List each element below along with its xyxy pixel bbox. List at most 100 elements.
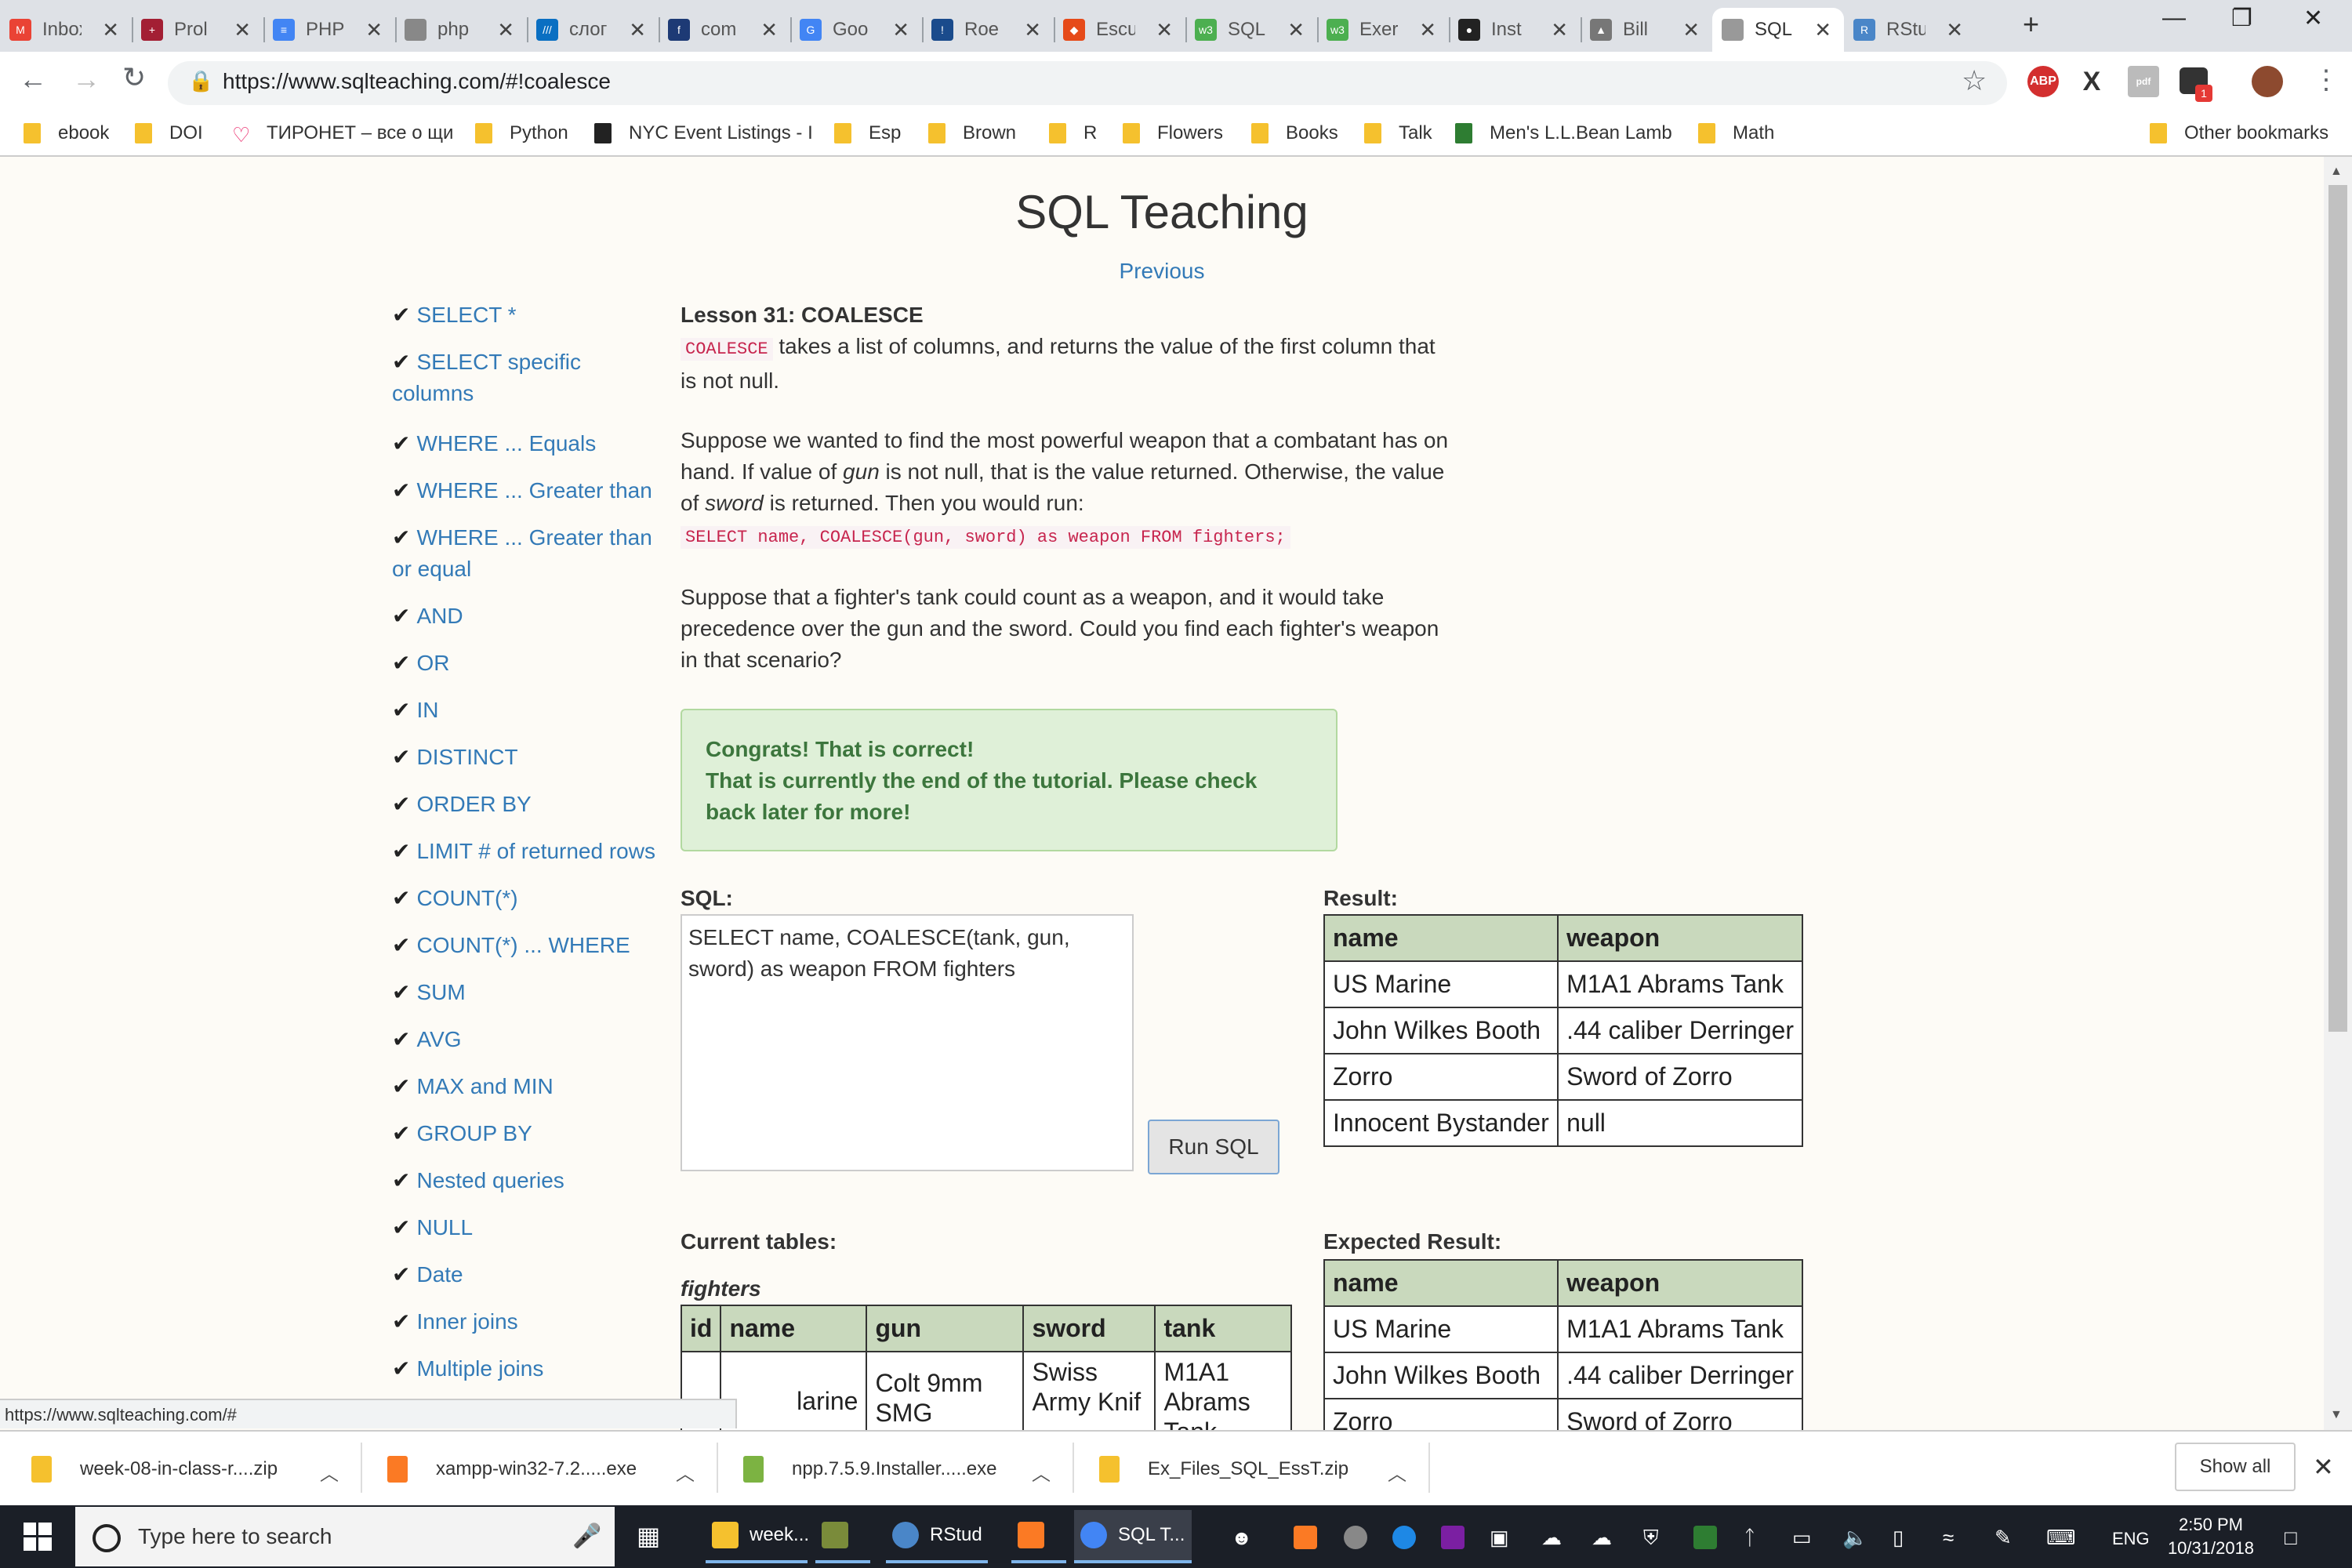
lesson-link[interactable]: ✔ DISTINCT: [392, 742, 666, 773]
taskbar-app[interactable]: [815, 1510, 870, 1563]
lesson-link[interactable]: ✔ Nested queries: [392, 1165, 666, 1196]
profile-avatar[interactable]: [2252, 66, 2283, 97]
scroll-down-icon[interactable]: ▼: [2330, 1408, 2343, 1422]
lesson-link[interactable]: ✔ GROUP BY: [392, 1118, 666, 1149]
lesson-link[interactable]: ✔ SELECT *: [392, 299, 666, 331]
tab-close-icon[interactable]: ✕: [892, 18, 909, 42]
tab-10[interactable]: w3 Exer ✕: [1317, 8, 1449, 52]
lesson-link[interactable]: ✔ Multiple joins: [392, 1353, 666, 1385]
sql-textarea[interactable]: SELECT name, COALESCE(tank, gun, sword) …: [681, 914, 1134, 1171]
tab-close-icon[interactable]: ✕: [1419, 18, 1436, 42]
bookmark-item[interactable]: ♡ ТИРОНЕТ – все о щи: [232, 118, 453, 149]
tab-close-icon[interactable]: ✕: [365, 18, 383, 42]
tab-close-icon[interactable]: ✕: [497, 18, 514, 42]
tab-close-icon[interactable]: ✕: [1156, 18, 1173, 42]
tab-8[interactable]: ◆ Escu ✕: [1054, 8, 1185, 52]
language-indicator[interactable]: ENG: [2112, 1529, 2150, 1549]
tab-9[interactable]: w3 SQL ✕: [1185, 8, 1317, 52]
download-item[interactable]: Ex_Files_SQL_EssT.zip: [1099, 1446, 1348, 1493]
windows-start-icon[interactable]: [24, 1523, 52, 1551]
lesson-link[interactable]: ✔ SELECT specific columns: [392, 347, 666, 409]
tab-close-icon[interactable]: ✕: [629, 18, 646, 42]
restore-button[interactable]: ❐: [2231, 5, 2252, 32]
url-text[interactable]: https://www.sqlteaching.com/#!coalesce: [223, 69, 611, 94]
wifi-icon[interactable]: ≈: [1943, 1526, 1954, 1550]
run-sql-button[interactable]: Run SQL: [1148, 1120, 1279, 1174]
taskbar-app[interactable]: SQL T...: [1074, 1510, 1192, 1563]
show-all-button[interactable]: Show all: [2175, 1443, 2296, 1491]
tab-4[interactable]: /// слог ✕: [527, 8, 659, 52]
h-tray-icon[interactable]: [1693, 1526, 1717, 1549]
lesson-link[interactable]: ✔ AND: [392, 601, 666, 632]
tab-close-icon[interactable]: ✕: [1946, 18, 1963, 42]
tab-close-icon[interactable]: ✕: [1551, 18, 1568, 42]
close-icon[interactable]: ✕: [2313, 1452, 2334, 1482]
microphone-icon[interactable]: 🎤: [572, 1523, 601, 1550]
bookmark-item[interactable]: Talk: [1364, 118, 1432, 149]
notifications-icon[interactable]: □: [2285, 1526, 2297, 1550]
lesson-link[interactable]: ✔ OR: [392, 648, 666, 679]
taskbar-app[interactable]: [1011, 1510, 1066, 1563]
scrollbar-thumb[interactable]: [2328, 185, 2347, 1032]
lesson-link[interactable]: ✔ IN: [392, 695, 666, 726]
display-icon[interactable]: ▭: [1792, 1526, 1812, 1550]
keyboard-icon[interactable]: ⌨: [2046, 1526, 2076, 1550]
bookmark-item[interactable]: Math: [1698, 118, 1774, 149]
bookmark-item[interactable]: Flowers: [1123, 118, 1223, 149]
menu-dots-icon[interactable]: ⋮: [2313, 64, 2339, 96]
forward-arrow-icon[interactable]: →: [72, 63, 100, 96]
bookmark-item[interactable]: DOI: [135, 118, 203, 149]
other-bookmarks[interactable]: Other bookmarks: [2150, 118, 2328, 149]
tab-close-icon[interactable]: ✕: [760, 18, 778, 42]
lesson-link[interactable]: ✔ MAX and MIN: [392, 1071, 666, 1102]
chevron-up-icon[interactable]: ︿: [1032, 1458, 1051, 1486]
lesson-link[interactable]: ✔ WHERE ... Equals: [392, 428, 666, 459]
back-arrow-icon[interactable]: ←: [19, 63, 47, 96]
previous-link[interactable]: Previous: [0, 259, 2324, 284]
tray-chat-icon[interactable]: [1392, 1526, 1416, 1549]
download-item[interactable]: xampp-win32-7.2.....exe: [387, 1446, 637, 1493]
tab-close-icon[interactable]: ✕: [102, 18, 119, 42]
bookmark-item[interactable]: Books: [1251, 118, 1338, 149]
tab-14[interactable]: R RStu ✕: [1844, 8, 1976, 52]
bookmark-item[interactable]: Brown: [928, 118, 1016, 149]
tray-app-icon[interactable]: [1344, 1526, 1367, 1549]
lesson-link[interactable]: ✔ WHERE ... Greater than: [392, 475, 666, 506]
bookmark-item[interactable]: Python: [475, 118, 568, 149]
cloud-upload-icon[interactable]: ☁: [1541, 1526, 1562, 1550]
people-icon[interactable]: ☻: [1231, 1526, 1252, 1550]
lesson-link[interactable]: ✔ NULL: [392, 1212, 666, 1243]
bluetooth-icon[interactable]: ᛏ: [1744, 1526, 1756, 1550]
tab-1[interactable]: + Prol ✕: [132, 8, 263, 52]
bookmark-item[interactable]: Men's L.L.Bean Lamb: [1455, 118, 1672, 149]
adblock-icon[interactable]: ABP: [2027, 66, 2059, 97]
bookmark-star-icon[interactable]: ☆: [1962, 64, 1987, 97]
lesson-link[interactable]: ✔ LIMIT # of returned rows: [392, 836, 666, 867]
lesson-link[interactable]: ✔ ORDER BY: [392, 789, 666, 820]
tab-close-icon[interactable]: ✕: [1814, 18, 1831, 42]
tab-11[interactable]: ● Inst ✕: [1449, 8, 1581, 52]
tab-close-icon[interactable]: ✕: [1682, 18, 1700, 42]
new-tab-button[interactable]: +: [2023, 8, 2039, 41]
reload-icon[interactable]: ↻: [122, 61, 146, 94]
volume-icon[interactable]: 🔈: [1842, 1526, 1867, 1550]
tab-7[interactable]: ! Roe ✕: [922, 8, 1054, 52]
tab-close-icon[interactable]: ✕: [234, 18, 251, 42]
download-item[interactable]: npp.7.5.9.Installer.....exe: [743, 1446, 997, 1493]
lesson-link[interactable]: ✔ Inner joins: [392, 1306, 666, 1338]
lesson-link[interactable]: ✔ SUM: [392, 977, 666, 1008]
tab-6[interactable]: G Goo ✕: [790, 8, 922, 52]
onenote-tray-icon[interactable]: [1441, 1526, 1465, 1549]
minimize-button[interactable]: —: [2162, 5, 2186, 31]
pen-icon[interactable]: ✎: [1994, 1526, 2012, 1550]
bookmark-item[interactable]: R: [1049, 118, 1097, 149]
lesson-link[interactable]: ✔ COUNT(*) ... WHERE: [392, 930, 666, 961]
task-view-icon[interactable]: ▦: [637, 1521, 660, 1551]
battery-icon[interactable]: ▯: [1893, 1526, 1904, 1550]
lesson-link[interactable]: ✔ AVG: [392, 1024, 666, 1055]
lock-icon[interactable]: 🔒: [188, 69, 213, 93]
lesson-link[interactable]: ✔ COUNT(*): [392, 883, 666, 914]
scroll-up-icon[interactable]: ▲: [2330, 165, 2343, 179]
bookmark-item[interactable]: Esp: [834, 118, 901, 149]
tab-12[interactable]: ▲ Bill ✕: [1581, 8, 1712, 52]
